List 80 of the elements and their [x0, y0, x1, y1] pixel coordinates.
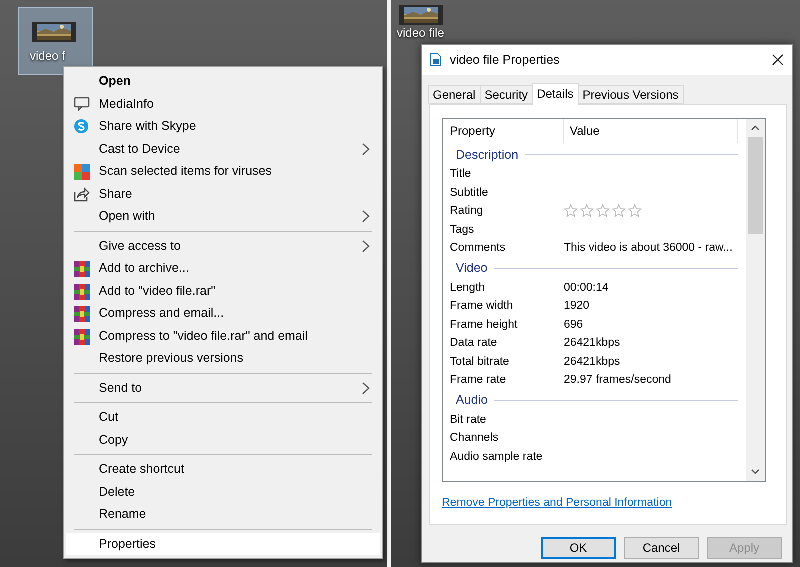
- star-icon[interactable]: [596, 204, 610, 218]
- menu-item[interactable]: Rename: [66, 503, 380, 526]
- menu-item[interactable]: Share with Skype: [66, 115, 380, 138]
- star-icon[interactable]: [628, 204, 642, 218]
- menu-item[interactable]: MediaInfo: [66, 92, 380, 115]
- chevron-right-icon: [362, 382, 370, 394]
- property-value: 696: [564, 318, 584, 331]
- property-name: Total bitrate: [450, 356, 510, 368]
- property-value: 26421kbps: [564, 356, 620, 368]
- property-value: This video is about 36000 - raw...: [564, 242, 733, 254]
- menu-item[interactable]: Copy: [66, 428, 380, 451]
- chevron-up-icon[interactable]: [751, 125, 760, 131]
- menu-item[interactable]: Cast to Device: [66, 138, 380, 160]
- scrollbar-thumb[interactable]: [748, 137, 763, 234]
- speech-bubble-icon: [74, 96, 90, 110]
- property-name: Title: [450, 168, 472, 180]
- chevron-right-icon: [362, 240, 370, 252]
- column-header[interactable]: Property: [450, 119, 564, 143]
- property-name: Length: [450, 282, 486, 294]
- property-name: Channels: [450, 432, 500, 444]
- menu-item[interactable]: Send to: [66, 376, 380, 399]
- star-icon[interactable]: [564, 204, 578, 218]
- column-header[interactable]: Value: [564, 119, 738, 143]
- remove-properties-link[interactable]: Remove Properties and Personal Information: [442, 497, 672, 509]
- desktop-icon-tile[interactable]: video f: [18, 7, 93, 75]
- dialog-button[interactable]: OK: [541, 537, 616, 559]
- antivirus-icon: [74, 164, 90, 180]
- property-name: Audio sample rate: [450, 450, 544, 463]
- property-name: Bit rate: [450, 414, 488, 426]
- menu-item[interactable]: Properties: [66, 532, 380, 555]
- chevron-right-icon: [362, 210, 370, 223]
- property-name: Frame width: [450, 300, 514, 312]
- file-icon: [430, 53, 442, 67]
- file-name: video f: [30, 49, 66, 63]
- tab[interactable]: General: [428, 85, 481, 104]
- section-heading: Audio: [456, 393, 488, 407]
- tab[interactable]: Previous Versions: [578, 85, 684, 104]
- star-rating[interactable]: [564, 204, 642, 218]
- chevron-down-icon[interactable]: [751, 469, 760, 475]
- property-value: 29.97 frames/second: [564, 374, 672, 386]
- menu-item[interactable]: Compress to "video file.rar" and email: [66, 324, 380, 347]
- dialog-button[interactable]: Cancel: [624, 537, 699, 559]
- archive-books-icon: [74, 328, 90, 344]
- star-icon[interactable]: [580, 204, 594, 218]
- menu-item[interactable]: Cut: [66, 406, 380, 428]
- window-title: video file Properties: [450, 53, 561, 67]
- tab[interactable]: Details: [532, 83, 579, 105]
- property-name: Tags: [450, 224, 476, 236]
- tab[interactable]: Security: [480, 85, 534, 104]
- archive-books-icon: [74, 284, 90, 300]
- menu-item[interactable]: Add to "video file.rar": [66, 280, 380, 302]
- file-name: video file: [397, 26, 444, 40]
- menu-item[interactable]: Delete: [66, 480, 380, 503]
- menu-item[interactable]: Share: [66, 182, 380, 205]
- property-name: Frame height: [450, 318, 519, 331]
- property-name: Frame rate: [450, 374, 508, 386]
- property-value: 26421kbps: [564, 337, 620, 350]
- menu-item[interactable]: Add to archive...: [66, 257, 380, 280]
- menu-item[interactable]: Open with: [66, 205, 380, 228]
- menu-item[interactable]: Compress and email...: [66, 302, 380, 324]
- skype-icon: [74, 119, 89, 134]
- menu-item[interactable]: Give access to: [66, 234, 380, 257]
- share-icon: [74, 186, 90, 202]
- archive-books-icon: [74, 306, 90, 322]
- property-name: Rating: [450, 205, 484, 218]
- scrollbar[interactable]: [746, 119, 765, 481]
- star-icon[interactable]: [612, 204, 626, 218]
- property-value: 00:00:14: [564, 282, 609, 294]
- property-name: Comments: [450, 242, 507, 254]
- menu-item[interactable]: Create shortcut: [66, 458, 380, 480]
- section-heading: Description: [456, 148, 519, 162]
- property-value: 1920: [564, 300, 590, 312]
- close-icon[interactable]: [772, 54, 784, 66]
- chevron-right-icon: [362, 142, 370, 156]
- property-name: Subtitle: [450, 186, 490, 199]
- archive-books-icon: [74, 261, 90, 277]
- menu-item[interactable]: Scan selected items for viruses: [66, 160, 380, 182]
- section-heading: Video: [456, 261, 488, 275]
- menu-item[interactable]: Restore previous versions: [66, 347, 380, 370]
- property-name: Data rate: [450, 337, 498, 350]
